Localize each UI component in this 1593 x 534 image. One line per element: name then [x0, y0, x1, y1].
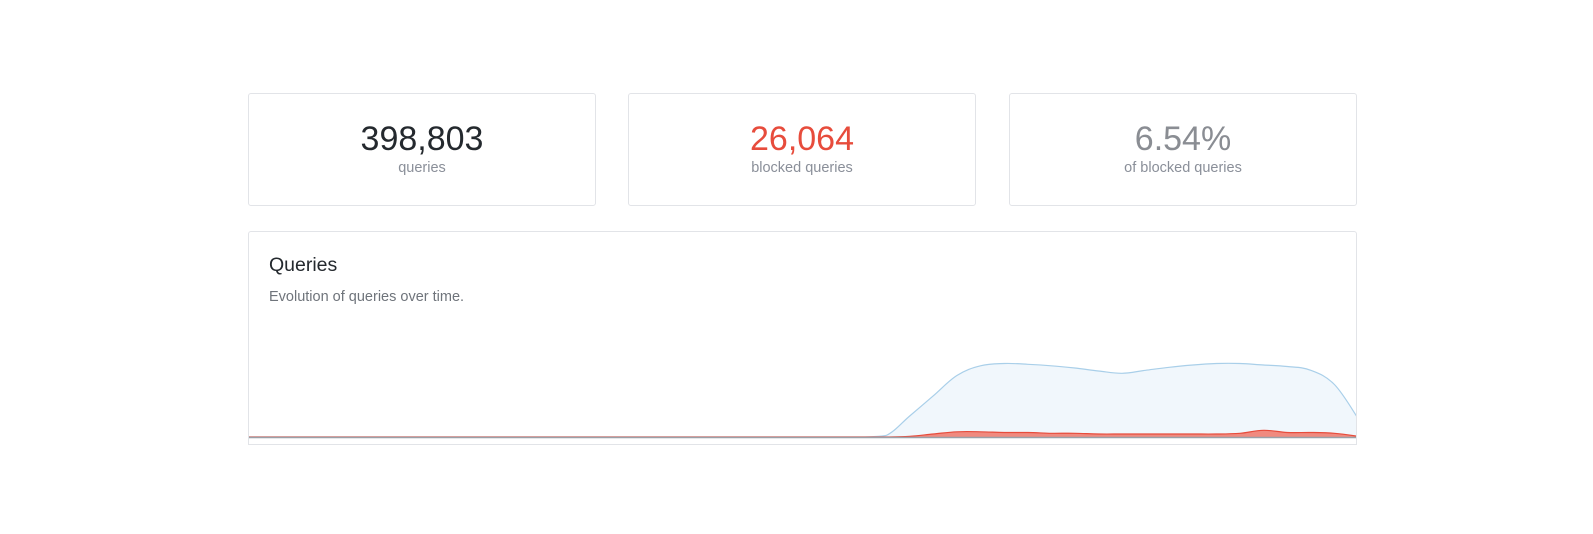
- blocked-percent-label: of blocked queries: [1124, 160, 1242, 176]
- total-queries-area: [249, 363, 1356, 437]
- stats-row: 398,803 queries 26,064 blocked queries 6…: [248, 93, 1357, 206]
- total-queries-card: 398,803 queries: [248, 93, 596, 206]
- total-queries-label: queries: [398, 160, 446, 176]
- blocked-queries-label: blocked queries: [751, 160, 853, 176]
- total-queries-value: 398,803: [360, 120, 484, 158]
- blocked-percent-value: 6.54%: [1134, 120, 1232, 158]
- chart-title: Queries: [269, 254, 338, 276]
- queries-chart-card: Queries Evolution of queries over time.: [248, 231, 1357, 445]
- blocked-percent-card: 6.54% of blocked queries: [1009, 93, 1357, 206]
- blocked-queries-value: 26,064: [750, 120, 854, 158]
- chart-subtitle: Evolution of queries over time.: [269, 289, 465, 305]
- blocked-queries-card: 26,064 blocked queries: [628, 93, 976, 206]
- queries-area-chart: [249, 362, 1356, 439]
